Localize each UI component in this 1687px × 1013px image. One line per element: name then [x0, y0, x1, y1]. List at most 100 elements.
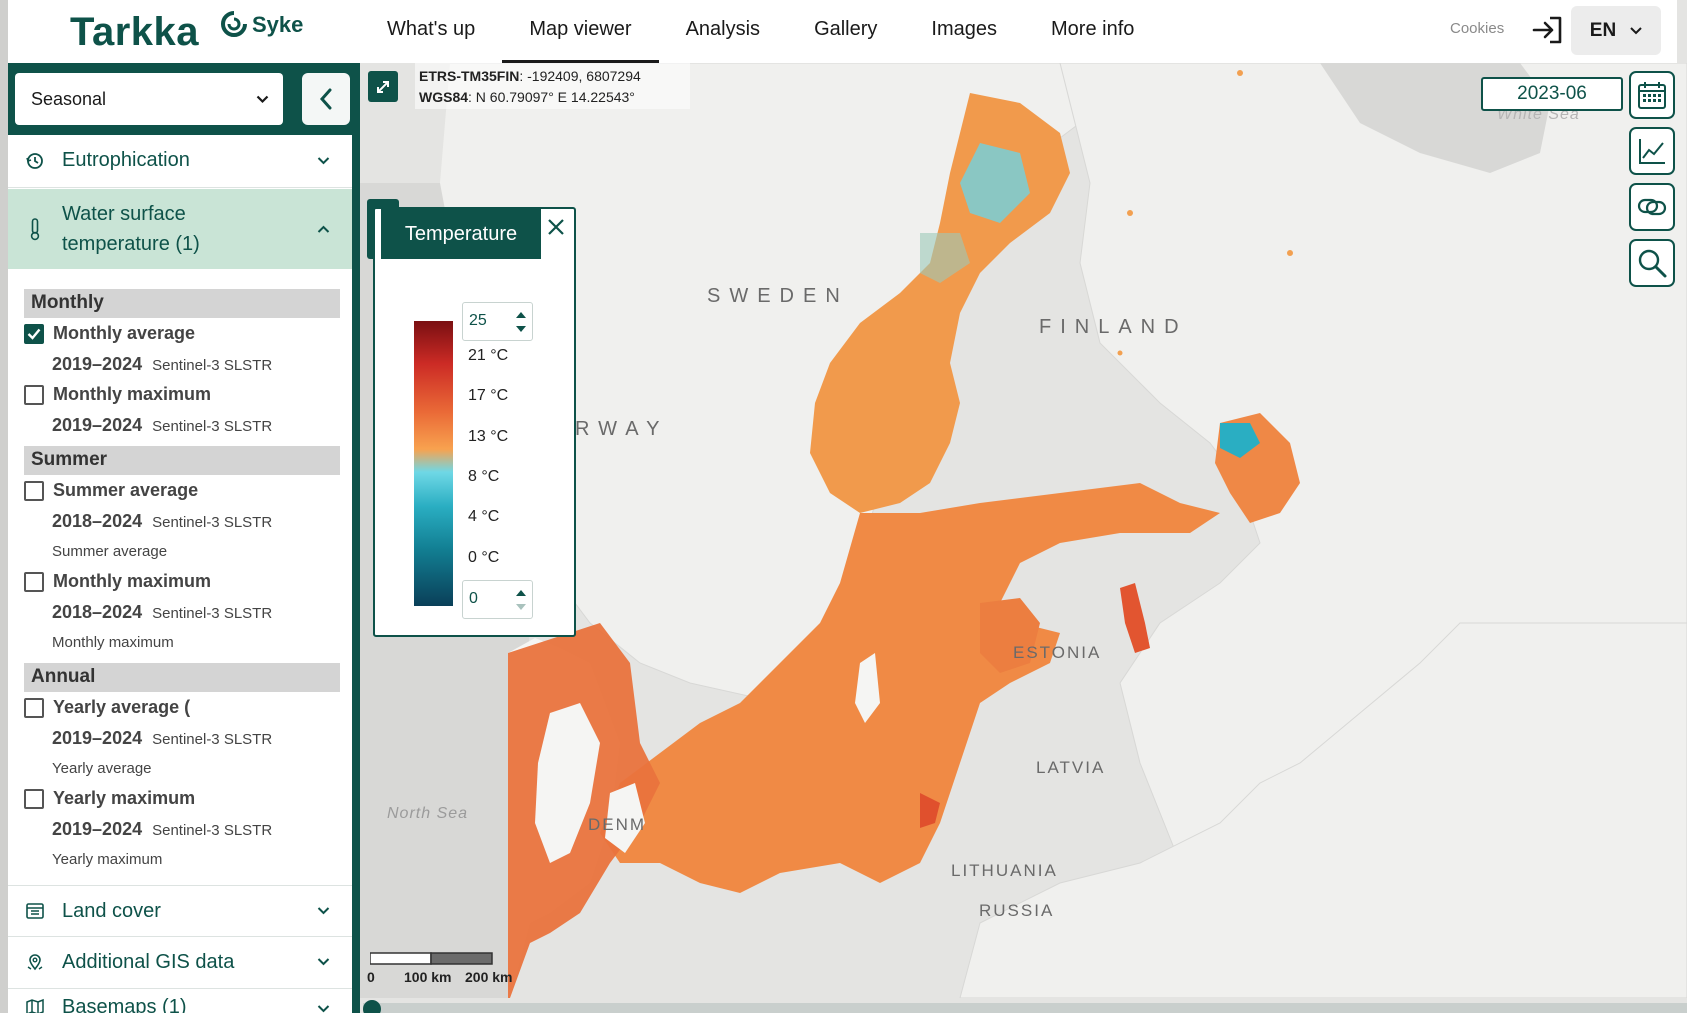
login-icon[interactable] — [1530, 14, 1566, 46]
expand-icon — [377, 80, 389, 93]
map-pin-icon — [24, 951, 46, 973]
fullscreen-button[interactable] — [368, 71, 398, 102]
label-norway: RWAY — [575, 418, 669, 440]
layer-summer-average[interactable]: Summer average — [24, 480, 198, 501]
chart-button[interactable] — [1629, 127, 1675, 175]
syke-logo[interactable]: Syke — [220, 8, 303, 42]
legend-max-stepper[interactable]: 25 — [462, 302, 533, 341]
label-lithuania: LITHUANIA — [951, 861, 1058, 880]
search-button[interactable] — [1629, 239, 1675, 287]
sidebar-topbar: Seasonal — [8, 63, 360, 135]
language-value: EN — [1589, 19, 1617, 41]
crs-label: WGS84 — [419, 89, 469, 105]
layer-label: Yearly maximum — [53, 788, 196, 808]
years-text: 2018–2024 — [52, 602, 143, 622]
nav-more-info[interactable]: More info — [1024, 0, 1161, 63]
years-text: 2019–2024 — [52, 819, 143, 839]
nav-images[interactable]: Images — [904, 0, 1024, 63]
layer-years: 2018–2024 Sentinel-3 SLSTR — [52, 602, 272, 623]
section-monthly: Monthly — [24, 289, 340, 318]
nav-map-viewer[interactable]: Map viewer — [502, 0, 659, 63]
layer-monthly-average[interactable]: Monthly average — [24, 323, 195, 344]
scale-label-0: 0 — [367, 969, 375, 985]
stepper-arrows-icon[interactable] — [514, 307, 528, 337]
layer-yearly-average[interactable]: Yearly average ( — [24, 697, 190, 718]
link-button[interactable] — [1629, 183, 1675, 231]
sensor-text: Sentinel-3 SLSTR — [152, 731, 273, 748]
label-sweden: SWEDEN — [707, 285, 849, 307]
layer-years: 2019–2024 Sentinel-3 SLSTR — [52, 728, 272, 749]
layer-note: Yearly maximum — [52, 851, 163, 868]
checkbox[interactable] — [24, 697, 44, 718]
checkbox[interactable] — [24, 571, 44, 592]
chevron-left-icon — [319, 88, 332, 110]
left-gutter — [0, 0, 8, 1013]
nav-whats-up[interactable]: What's up — [360, 0, 502, 63]
cookies-link[interactable]: Cookies — [1450, 20, 1504, 37]
accordion-land-cover[interactable]: Land cover — [8, 886, 352, 936]
line-chart-icon — [1639, 139, 1665, 164]
section-summer: Summer — [24, 446, 340, 475]
layer-label: Monthly maximum — [53, 571, 212, 591]
lake-speck — [1117, 350, 1123, 356]
coord-line-wgs: WGS84: N 60.79097° E 14.22543° — [419, 87, 686, 108]
timeline-handle[interactable] — [363, 1000, 381, 1013]
calendar-button[interactable] — [1629, 71, 1675, 119]
chevron-down-icon — [317, 907, 330, 915]
legend-min-stepper[interactable]: 0 — [462, 580, 533, 619]
collapse-sidebar-button[interactable] — [302, 73, 350, 125]
legend-tick: 0 °C — [468, 549, 500, 566]
sensor-text: Sentinel-3 SLSTR — [152, 418, 273, 435]
nav-analysis[interactable]: Analysis — [659, 0, 787, 63]
checkbox[interactable] — [24, 480, 44, 501]
checkbox[interactable] — [24, 788, 44, 809]
layer-yearly-maximum[interactable]: Yearly maximum — [24, 788, 195, 809]
date-display[interactable]: 2023-06 — [1481, 77, 1623, 111]
layer-label: Monthly maximum — [53, 384, 212, 404]
layer-summer-monthly-maximum[interactable]: Monthly maximum — [24, 571, 211, 592]
sensor-text: Sentinel-3 SLSTR — [152, 514, 273, 531]
accordion-additional-gis[interactable]: Additional GIS data — [8, 937, 352, 987]
chevron-down-icon — [1630, 26, 1642, 34]
accordion-water-temperature[interactable]: Water surface temperature (1) — [8, 189, 352, 269]
legend-tick: 4 °C — [468, 508, 500, 525]
calendar-icon — [1638, 82, 1666, 109]
legend-tick: 13 °C — [468, 428, 509, 445]
sidebar-scrollbar[interactable] — [352, 135, 360, 1013]
lake-speck — [1287, 250, 1293, 256]
layer-years: 2018–2024 Sentinel-3 SLSTR — [52, 511, 272, 532]
language-select[interactable]: EN — [1571, 6, 1661, 55]
legend-title: Temperature — [381, 209, 541, 259]
stepper-arrows-icon[interactable] — [514, 585, 528, 615]
section-annual: Annual — [24, 663, 340, 692]
accordion-additional-gis-label: Additional GIS data — [62, 950, 235, 973]
syke-logo-text: Syke — [252, 12, 304, 37]
accordion-basemaps[interactable]: Basemaps (1) — [8, 989, 352, 1013]
legend-min-value: 0 — [469, 590, 478, 607]
lake-speck — [1237, 70, 1243, 76]
mode-select[interactable]: Seasonal — [15, 73, 283, 125]
checkbox-checked[interactable] — [24, 323, 44, 344]
lake-speck — [1127, 210, 1133, 216]
chevron-down-icon — [317, 1005, 330, 1013]
link-icon — [1637, 198, 1667, 216]
label-north-sea: North Sea — [387, 805, 469, 822]
checkbox[interactable] — [24, 384, 44, 405]
layer-years: 2019–2024 Sentinel-3 SLSTR — [52, 354, 272, 375]
tarkka-logo[interactable]: Tarkka — [70, 10, 199, 55]
accordion-eutrophication[interactable]: Eutrophication — [8, 135, 352, 186]
thermometer-icon — [24, 218, 46, 241]
nav-gallery[interactable]: Gallery — [787, 0, 904, 63]
layer-note: Summer average — [52, 543, 168, 560]
sensor-text: Sentinel-3 SLSTR — [152, 357, 273, 374]
top-header: Tarkka Syke What's up Map viewer Analysi… — [8, 0, 1677, 63]
scale-label-200: 200 km — [465, 969, 513, 985]
coord-line-etrs: ETRS-TM35FIN: -192409, 6807294 — [419, 66, 686, 87]
close-icon[interactable] — [544, 215, 568, 239]
layer-monthly-maximum[interactable]: Monthly maximum — [24, 384, 211, 405]
search-icon — [1638, 249, 1667, 278]
syke-swirl-icon — [221, 11, 247, 37]
timeline-track[interactable] — [363, 1003, 1687, 1013]
main-nav: What's up Map viewer Analysis Gallery Im… — [360, 0, 1161, 63]
years-text: 2018–2024 — [52, 511, 143, 531]
